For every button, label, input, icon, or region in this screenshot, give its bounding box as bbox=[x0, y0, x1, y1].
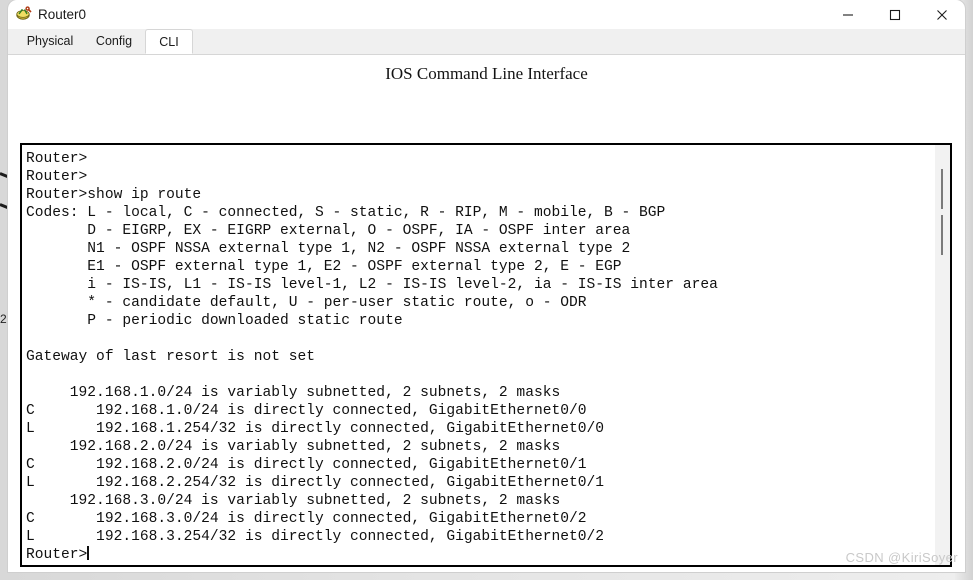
router-icon bbox=[15, 6, 33, 24]
terminal-caret bbox=[87, 546, 89, 560]
maximize-button[interactable] bbox=[872, 0, 918, 29]
watermark: CSDN @KiriSoyer bbox=[845, 550, 958, 565]
minimize-icon bbox=[842, 9, 854, 21]
close-icon bbox=[936, 9, 948, 21]
scrollbar-thumb[interactable] bbox=[941, 215, 943, 255]
panel-title: IOS Command Line Interface bbox=[385, 64, 588, 83]
terminal-output-area[interactable]: Router> Router> Router>show ip route Cod… bbox=[20, 143, 952, 567]
router-cli-window: Router0 Physical Config CLI IOS Command … bbox=[8, 0, 965, 572]
title-bar: Router0 bbox=[8, 0, 965, 29]
background-glyph-artifact: 2 bbox=[0, 312, 7, 326]
window-title: Router0 bbox=[38, 7, 87, 22]
scrollbar-thumb[interactable] bbox=[941, 169, 943, 209]
cli-content-pane: IOS Command Line Interface Router> Route… bbox=[8, 55, 965, 572]
terminal-text: Router> Router> Router>show ip route Cod… bbox=[26, 151, 718, 563]
minimize-button[interactable] bbox=[825, 0, 871, 29]
close-button[interactable] bbox=[919, 0, 965, 29]
terminal-scrollbar[interactable] bbox=[935, 145, 950, 565]
tab-config[interactable]: Config bbox=[83, 29, 145, 54]
maximize-icon bbox=[889, 9, 901, 21]
tab-physical[interactable]: Physical bbox=[17, 29, 83, 54]
tab-strip: Physical Config CLI bbox=[8, 29, 965, 55]
tab-cli[interactable]: CLI bbox=[145, 29, 193, 54]
